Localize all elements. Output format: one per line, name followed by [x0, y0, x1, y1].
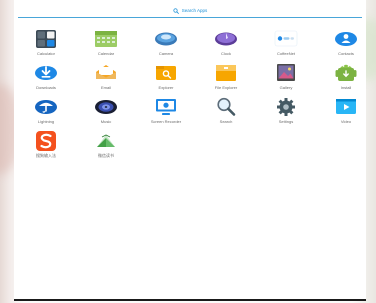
app-label: Install — [340, 85, 352, 90]
app-install[interactable]: Install — [316, 61, 376, 93]
app-clock[interactable]: Clock — [196, 27, 256, 59]
app-label: Music — [100, 119, 112, 124]
search-divider — [18, 17, 362, 18]
app-video[interactable]: Video — [316, 95, 376, 127]
app-label: Gallery — [279, 85, 293, 90]
app-label: Settings — [278, 119, 294, 124]
app-label: Lightning — [37, 119, 55, 124]
search-apps-label: Search Apps — [181, 7, 208, 13]
music-icon — [95, 100, 117, 114]
video-icon — [336, 99, 356, 114]
app-label: Screen Recorder — [150, 119, 182, 124]
app-file-explorer[interactable]: File Explorer — [196, 61, 256, 93]
app-calendar[interactable]: Calendar — [76, 27, 136, 59]
app-label: Search — [219, 119, 233, 124]
gallery-icon — [277, 64, 295, 81]
app-gallery[interactable]: Gallery — [256, 61, 316, 93]
settings-icon — [277, 98, 295, 116]
app-downloads[interactable]: Downloads — [16, 61, 76, 93]
app-label: Contacts — [338, 51, 354, 56]
app-explorer[interactable]: Explorer — [136, 61, 196, 93]
calendar-icon — [95, 31, 117, 47]
app-camera[interactable]: Camera — [136, 27, 196, 59]
clock-icon — [215, 32, 237, 46]
app-email[interactable]: Email — [76, 61, 136, 93]
email-icon — [96, 65, 116, 79]
app-label: Calendar — [97, 51, 115, 56]
sogou-input-icon — [36, 131, 56, 151]
app-search[interactable]: Search — [196, 95, 256, 127]
screen-recorder-icon — [156, 99, 176, 115]
downloads-icon — [35, 66, 57, 80]
camera-icon — [155, 32, 177, 46]
contacts-icon — [335, 32, 357, 46]
app-label: CoffeeNet — [277, 51, 295, 56]
app-music[interactable]: Music — [76, 95, 136, 127]
app-label: 微信读书 — [98, 153, 114, 158]
app-label: Explorer — [158, 85, 174, 90]
app-screen-recorder[interactable]: Screen Recorder — [136, 95, 196, 127]
app-label: Camera — [158, 51, 174, 56]
app-label: Downloads — [36, 85, 56, 90]
app-calculator[interactable]: Calculator — [16, 27, 76, 59]
weread-icon — [97, 134, 115, 147]
coffeenet-icon — [274, 30, 298, 47]
app-coffeenet[interactable]: CoffeeNet — [256, 27, 316, 59]
app-label: Email — [100, 85, 111, 90]
lightning-icon — [35, 100, 57, 114]
app-label: File Explorer — [214, 85, 238, 90]
app-lightning[interactable]: Lightning — [16, 95, 76, 127]
search-apps-bar[interactable]: Search Apps — [14, 6, 366, 16]
app-label: Clock — [220, 51, 231, 56]
app-label: Video — [340, 119, 352, 124]
search-icon — [173, 8, 179, 14]
explorer-icon — [156, 66, 176, 80]
bottom-edge — [14, 299, 366, 301]
calculator-icon — [36, 30, 56, 48]
app-contacts[interactable]: Contacts — [316, 27, 376, 59]
app-label: 搜狗输入法 — [36, 153, 56, 158]
search-app-icon — [217, 97, 236, 116]
install-icon — [335, 64, 357, 81]
file-explorer-icon — [216, 65, 236, 81]
app-sogou-input[interactable]: 搜狗输入法 — [16, 129, 76, 161]
app-drawer: Search Apps Calculator Calendar Camera C… — [14, 0, 366, 301]
app-weread[interactable]: 微信读书 — [76, 129, 136, 161]
app-settings[interactable]: Settings — [256, 95, 316, 127]
app-label: Calculator — [36, 51, 55, 56]
